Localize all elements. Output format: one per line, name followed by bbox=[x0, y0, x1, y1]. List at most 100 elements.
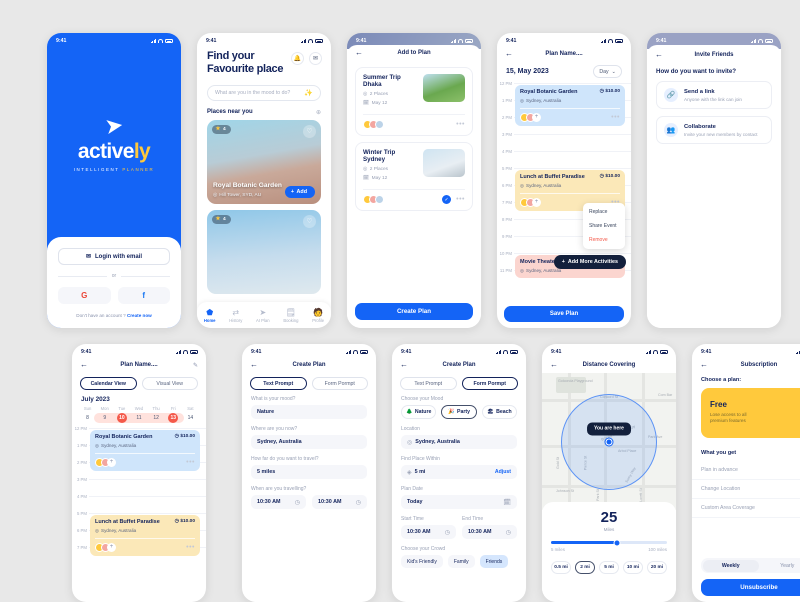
option-send-a-link[interactable]: 🔗 Send a link Anyone with the link can j… bbox=[656, 81, 772, 109]
segment-form-prompt[interactable]: Form Pormpt bbox=[312, 377, 369, 390]
segment-text-prompt[interactable]: Text Prompt bbox=[250, 377, 307, 390]
add-member-icon[interactable]: + bbox=[107, 458, 116, 467]
add-place-button[interactable]: + Add bbox=[285, 186, 315, 198]
day-cell[interactable]: 11 bbox=[130, 413, 147, 423]
trip-card[interactable]: Winter Trip Sydney ◎2 Places 🗓May 12 ✓ bbox=[355, 142, 473, 211]
option-collaborate[interactable]: 👥 Collaborate Invite your new members by… bbox=[656, 116, 772, 144]
map[interactable]: Golconda Playground Concord St Brooklyn … bbox=[542, 373, 676, 510]
segment-form-prompt[interactable]: Form Pormpt bbox=[462, 377, 519, 390]
segment-calendar-view[interactable]: Calendar View bbox=[80, 377, 137, 390]
location-input[interactable]: ◎ Sydney, Australia bbox=[401, 435, 517, 449]
screen-subscription: 9:41 ← Subscription Choose a plan: Free … bbox=[692, 344, 800, 602]
timeline-event[interactable]: Royal Botanic Garden ◷$10.00 ◎Sydney, Au… bbox=[90, 430, 200, 471]
star-icon: ★ bbox=[216, 216, 221, 222]
end-time-input[interactable]: 10:30 AM ◷ bbox=[312, 495, 367, 509]
day-cell-selected[interactable]: 10 bbox=[113, 413, 130, 423]
message-icon[interactable]: ✉ bbox=[309, 52, 322, 65]
back-arrow-icon[interactable]: ← bbox=[700, 361, 708, 369]
you-are-here-tooltip: You are here bbox=[587, 422, 631, 435]
event-menu-icon[interactable]: ••• bbox=[186, 544, 195, 551]
back-arrow-icon[interactable]: ← bbox=[355, 49, 363, 57]
day-cell[interactable]: 14 bbox=[182, 413, 199, 423]
create-now-link[interactable]: Create now bbox=[127, 313, 152, 318]
back-arrow-icon[interactable]: ← bbox=[550, 361, 558, 369]
filter-icon[interactable]: ⊕ bbox=[316, 109, 321, 116]
day-cell[interactable]: 8 bbox=[79, 413, 96, 423]
menu-item-share-event[interactable]: Share Event bbox=[583, 219, 625, 233]
start-time-input[interactable]: 10:30 AM ◷ bbox=[401, 525, 456, 539]
toggle-weekly[interactable]: Weekly bbox=[703, 560, 760, 572]
trip-card[interactable]: Summer Trip Dhaka ◎2 Places 🗓May 12 ••• bbox=[355, 67, 473, 136]
trip-footer: ✓ ••• bbox=[363, 189, 465, 204]
date-input[interactable]: Today 🗓 bbox=[401, 495, 517, 509]
unsubscribe-button[interactable]: Unsubscribe bbox=[701, 579, 800, 596]
chip-5-mi[interactable]: 5 mi bbox=[599, 561, 619, 574]
tab-history[interactable]: ⇄ History bbox=[229, 309, 242, 324]
favorite-heart-icon[interactable]: ♡ bbox=[303, 125, 316, 138]
add-member-icon[interactable]: + bbox=[532, 198, 541, 207]
event-menu-icon[interactable]: ••• bbox=[611, 114, 620, 121]
create-plan-button[interactable]: Create Plan bbox=[355, 303, 473, 320]
segment-text-prompt[interactable]: Text Prompt bbox=[400, 377, 457, 390]
login-with-email-button[interactable]: ✉ Login with email bbox=[58, 248, 170, 265]
end-time-input[interactable]: 10:30 AM ◷ bbox=[462, 525, 517, 539]
distance-slider[interactable] bbox=[551, 541, 667, 544]
within-input[interactable]: ◈ 5 mi Adjust bbox=[401, 465, 517, 479]
crowd-chip-family[interactable]: Family bbox=[448, 555, 475, 568]
menu-item-remove[interactable]: Remove bbox=[583, 233, 625, 247]
tab-booking[interactable]: 🗒 Booking bbox=[283, 309, 298, 324]
segment-visual-view[interactable]: Visual View bbox=[142, 377, 199, 390]
mood-chip-party[interactable]: 🎉 Party bbox=[441, 405, 476, 419]
back-arrow-icon[interactable]: ← bbox=[655, 51, 663, 59]
mood-chip-nature[interactable]: 🌲 Nature bbox=[401, 405, 436, 419]
back-arrow-icon[interactable]: ← bbox=[250, 361, 258, 369]
notification-bell-icon[interactable]: 🔔 bbox=[291, 52, 304, 65]
tab-ai-plan[interactable]: ➤ AI Plan bbox=[256, 309, 270, 324]
back-arrow-icon[interactable]: ← bbox=[400, 361, 408, 369]
adjust-link[interactable]: Adjust bbox=[495, 469, 511, 475]
chip-20-mi[interactable]: 20 mi bbox=[647, 561, 667, 574]
timeline-event[interactable]: Royal Botanic Garden ◷$10.00 ◎Sydney, Au… bbox=[515, 85, 625, 126]
more-options-icon[interactable]: ••• bbox=[456, 196, 465, 203]
toggle-yearly[interactable]: Yearly bbox=[759, 560, 800, 572]
timeline-event[interactable]: Lunch at Buffet Paradise ◷$10.00 ◎Sydney… bbox=[90, 515, 200, 556]
edit-pencil-icon[interactable]: ✎ bbox=[193, 362, 198, 369]
back-arrow-icon[interactable]: ← bbox=[505, 50, 513, 58]
place-card[interactable]: ★ 4 ♡ Royal Botanic Garden ◎ Hill Tower,… bbox=[207, 120, 321, 204]
event-menu-icon[interactable]: ••• bbox=[186, 459, 195, 466]
plan-card-free[interactable]: Free Lose access to all premium features… bbox=[701, 388, 800, 438]
location-input[interactable]: Sydney, Australia bbox=[251, 435, 367, 449]
chip-10-mi[interactable]: 10 mi bbox=[623, 561, 643, 574]
facebook-login-button[interactable]: f bbox=[118, 287, 171, 304]
chip-2-mi[interactable]: 2 mi bbox=[575, 561, 595, 574]
save-plan-button[interactable]: Save Plan bbox=[504, 306, 624, 322]
favorite-heart-icon[interactable]: ♡ bbox=[303, 215, 316, 228]
start-time-input[interactable]: 10:30 AM ◷ bbox=[251, 495, 306, 509]
place-card[interactable]: ★ 4 ♡ bbox=[207, 210, 321, 294]
distance-input[interactable]: 5 miles bbox=[251, 465, 367, 479]
mood-chip-beach[interactable]: 🏖 Beach bbox=[482, 405, 517, 419]
day-cell[interactable]: 12 bbox=[148, 413, 165, 423]
back-arrow-icon[interactable]: ← bbox=[80, 361, 88, 369]
add-member-icon[interactable]: + bbox=[532, 113, 541, 122]
chip-0-5-mi[interactable]: 0.5 mi bbox=[551, 561, 571, 574]
mood-input[interactable]: Nature bbox=[251, 405, 367, 419]
tab-home[interactable]: ⬟ Home bbox=[204, 309, 216, 324]
selected-check-icon[interactable]: ✓ bbox=[442, 195, 451, 204]
menu-item-replace[interactable]: Replace bbox=[583, 205, 625, 219]
crowd-chip-friends[interactable]: Friends bbox=[480, 555, 509, 568]
slider-knob[interactable] bbox=[614, 539, 621, 546]
add-more-activities-button[interactable]: + Add More Activities bbox=[554, 255, 626, 269]
day-cell[interactable]: 9 bbox=[96, 413, 113, 423]
magic-sparkle-icon[interactable]: ✨ bbox=[304, 89, 313, 97]
map-label: Park St bbox=[596, 489, 600, 501]
tab-profile[interactable]: 🧑 Profile bbox=[312, 309, 324, 324]
search-input[interactable]: What are you in the mood to do? ✨ bbox=[207, 85, 321, 101]
google-login-button[interactable]: G bbox=[58, 287, 111, 304]
more-options-icon[interactable]: ••• bbox=[456, 121, 465, 128]
day-cell-selected[interactable]: 13 bbox=[165, 413, 182, 423]
distance-preset-chips: 0.5 mi 2 mi 5 mi 10 mi 20 mi bbox=[551, 561, 667, 574]
view-mode-select[interactable]: Day ⌄ bbox=[593, 65, 622, 78]
crowd-chip-kids-friendly[interactable]: Kid's Friendly bbox=[401, 555, 443, 568]
add-member-icon[interactable]: + bbox=[107, 543, 116, 552]
